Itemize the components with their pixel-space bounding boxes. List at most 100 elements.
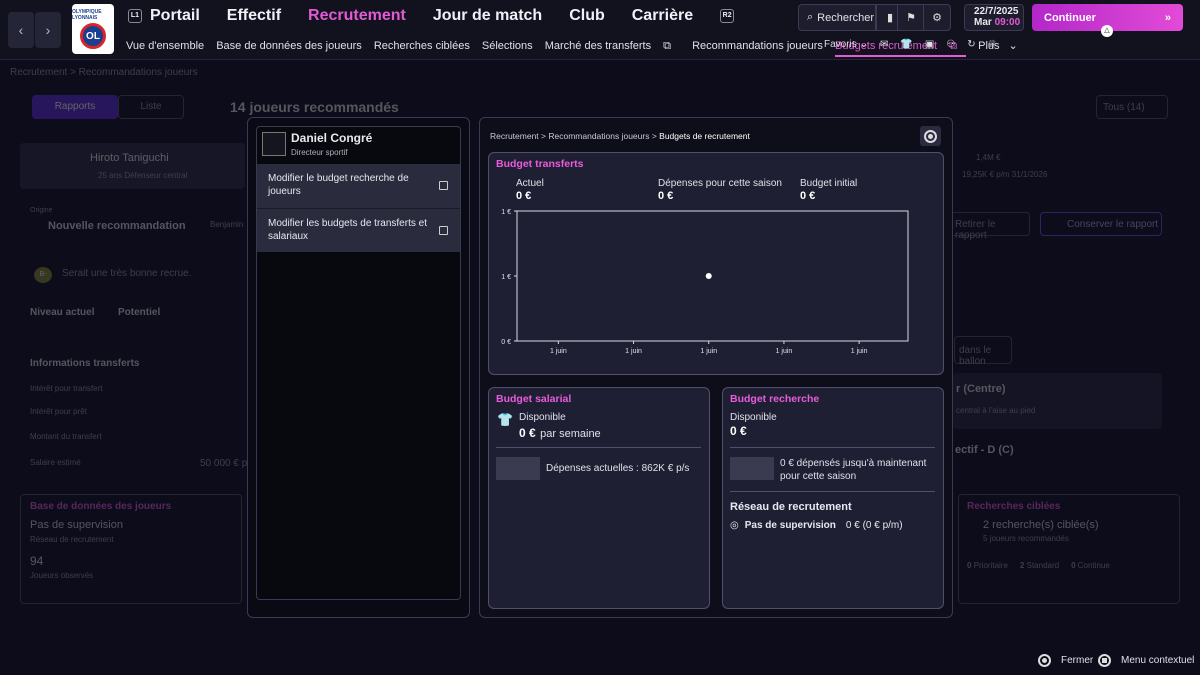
priority-label: Continue [1077,561,1110,570]
clipboard-icon[interactable]: ▣ [925,39,934,50]
club-logo-text: OLYMPIQUE LYONNAIS [72,9,102,21]
inbox-icon[interactable]: ✉ [880,39,888,50]
origin-value: Nouvelle recommandation [48,220,186,232]
nav-effectif[interactable]: Effectif [227,7,281,25]
club-logo[interactable]: OLYMPIQUE LYONNAIS OL [72,4,114,54]
bg-breadcrumb: Recrutement > Recommandations joueurs [10,67,198,78]
transfer-current-label: Actuel [516,178,544,189]
panel-breadcrumb: Recrutement > Recommandations joueurs > … [490,131,750,141]
subnav-shortlists[interactable]: Sélections [482,40,533,52]
shortcut-badge-left: L1 [128,9,142,23]
priority-row: 0 Prioritaire 2 Standard 0 Continue [967,561,1110,570]
targeted-title: Recherches ciblées [967,501,1061,512]
date-day: Mar [974,17,992,28]
club-logo-monogram: OL [80,23,106,49]
trophy-globe-icon[interactable]: ⚑ [897,4,925,31]
player-info: 25 ans Défenseur central [98,171,188,180]
search-button[interactable]: ⌕ Rechercher [798,4,876,31]
priority-label: Standard [1026,561,1060,570]
subnav-transfer-market-label: Marché des transferts [544,40,652,52]
breadcrumb-recommandations[interactable]: Recommandations joueurs [548,131,649,141]
nav-carriere[interactable]: Carrière [632,7,693,25]
nav-club[interactable]: Club [569,7,605,25]
menu-item-label: Modifier les budgets de transferts et sa… [268,218,427,242]
salary-available: 0 € par semaine [519,424,601,442]
settings-gear-icon[interactable]: ⚙ [923,4,951,31]
tab-list[interactable]: Liste [118,95,184,119]
player-name[interactable]: Hiroto Taniguchi [90,152,169,164]
search-icon: ⌕ [807,11,814,23]
staff-avatar [262,132,286,156]
db-title: Base de données des joueurs [30,501,172,512]
role-label: r (Centre) [956,383,1006,395]
transfer-current-value: 0 € [516,190,532,202]
network-level: Pas de supervision [744,520,836,531]
context-label: Menu contextuel [1121,655,1195,666]
grade-badge: B- [34,267,52,283]
subnav-transfer-market[interactable]: Marché des transferts ⧉ [545,40,680,52]
keep-report-button[interactable]: Conserver le rapport [1040,212,1162,236]
subnav-targeted[interactable]: Recherches ciblées [374,40,470,52]
staff-name[interactable]: Daniel Congré [291,131,372,145]
cup-icon[interactable]: ♕ [988,39,997,50]
filter-dropdown[interactable]: Tous (14) [1096,95,1168,119]
priority-count: 0 [967,561,972,570]
network-cost: 0 € (0 € p/m) [845,520,903,531]
priority-count: 2 [1019,561,1025,570]
subnav-player-db[interactable]: Base de données des joueurs [216,40,362,52]
continue-label: Continuer [1044,11,1096,24]
priority-item: 0 Continue [1071,561,1110,570]
circle-button-icon [1038,654,1051,667]
y-tick-label: 0 € [501,339,511,346]
refresh-icon[interactable]: ↻ [967,39,975,50]
subnav-recommendations[interactable]: Recommandations joueurs [692,40,823,52]
transfer-amount-label: Montant du transfert [30,432,102,441]
scouting-available-value: 0 € [730,424,747,438]
origin-label: Origine [30,207,53,214]
breadcrumb-budgets: Budgets de recrutement [659,131,750,141]
priority-label: Prioritaire [973,561,1008,570]
main-nav: L1 Portail Effectif Recrutement Jour de … [128,7,761,25]
potential-label: Potentiel [118,307,161,318]
favorites-toggle[interactable]: Favoris ⌄ [824,39,868,50]
remove-report-button[interactable]: Retirer le rapport [950,212,1030,241]
external-link-icon: ⧉ [663,40,672,52]
nav-jour-de-match[interactable]: Jour de match [433,7,542,25]
tactics-icon[interactable]: ⚇ [946,39,955,50]
objective: ectif - D (C) [955,444,1014,456]
x-tick-label: 1 juin [776,348,793,355]
context-menu-button[interactable]: Menu contextuel [1098,654,1194,667]
nav-recrutement[interactable]: Recrutement [308,7,406,25]
y-tick-label: 1 € [501,209,511,216]
game-date[interactable]: 22/7/2025 Mar 09:00 [964,4,1024,31]
close-footer-button[interactable]: Fermer [1038,654,1093,667]
x-tick-label: 1 juin [625,348,642,355]
breadcrumb-recrutement[interactable]: Recrutement [490,131,539,141]
network-title: Réseau de recrutement [730,501,852,513]
forward-button[interactable]: › [35,12,61,48]
chevron-left-icon: ‹ [18,22,24,38]
salary-budget-title: Budget salarial [496,393,572,405]
tab-reports[interactable]: Rapports [32,95,118,119]
subnav-overview[interactable]: Vue d'ensemble [126,40,204,52]
nav-portail[interactable]: Portail [150,7,200,25]
scouting-budget-title: Budget recherche [730,393,820,405]
scouting-thumbnail [730,457,774,480]
transfer-info-title: Informations transferts [30,358,140,369]
edit-scouting-budget-item[interactable]: Modifier le budget recherche de joueurs [257,164,460,208]
date-time: 09:00 [994,17,1021,28]
role-desc: central à l'aise au pied [956,406,1036,415]
targeted-sub: 5 joueurs recommandés [983,534,1069,543]
chart-data-point [705,273,712,279]
salary-thumbnail [496,457,540,480]
in-ball-chip: dans le ballon [954,336,1012,367]
salary-current-spend: Dépenses actuelles : 862K € p/s [546,463,690,474]
transfer-initial-label: Budget initial [800,178,858,189]
close-circle-button[interactable] [920,126,941,146]
edit-transfer-wage-budget-item[interactable]: Modifier les budgets de transferts et sa… [257,208,460,252]
db-supervision: Pas de supervision [30,519,123,531]
shirt-icon[interactable]: 👕 [900,39,912,50]
salary-available-label: Disponible [519,412,566,423]
back-button[interactable]: ‹ [8,12,34,48]
transfer-budget-chart: 0 € 1 € 1 € 1 juin 1 juin 1 juin 1 juin 1 juin [501,209,909,355]
